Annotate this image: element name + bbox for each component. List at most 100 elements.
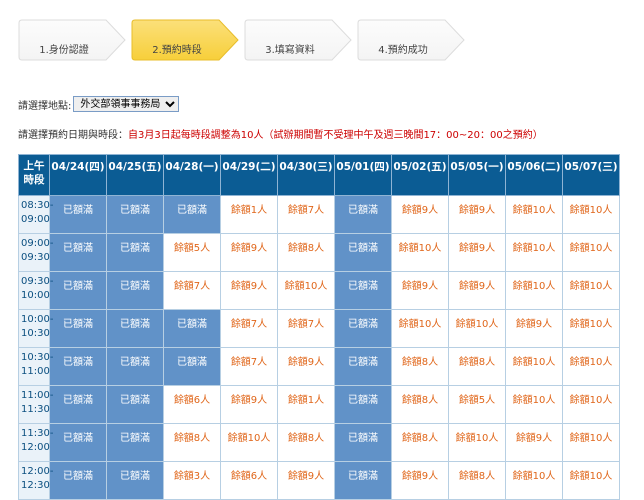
slot-available[interactable]: 餘額9人 xyxy=(220,271,278,310)
slot-available[interactable]: 餘額10人 xyxy=(505,385,563,424)
location-select[interactable]: 外交部領事事務局 xyxy=(73,96,180,112)
slot-available[interactable]: 餘額10人 xyxy=(505,233,563,272)
slot-available[interactable]: 餘額10人 xyxy=(220,423,278,462)
slot-available[interactable]: 餘額9人 xyxy=(277,461,335,500)
time-slot: 11:00- 11:30 xyxy=(18,385,53,424)
slot-full: 已額滿 xyxy=(334,385,392,424)
time-slot: 10:30- 11:00 xyxy=(18,347,53,386)
slot-available[interactable]: 餘額10人 xyxy=(448,309,506,348)
slot-available[interactable]: 餘額1人 xyxy=(220,195,278,234)
slot-available[interactable]: 餘額10人 xyxy=(391,233,449,272)
slot-available[interactable]: 餘額8人 xyxy=(163,423,221,462)
date-header: 04/28(一) xyxy=(163,154,221,196)
slot-available[interactable]: 餘額9人 xyxy=(448,233,506,272)
slot-full: 已額滿 xyxy=(49,195,107,234)
slot-available[interactable]: 餘額10人 xyxy=(562,271,620,310)
slot-available[interactable]: 餘額8人 xyxy=(391,347,449,386)
slot-available[interactable]: 餘額9人 xyxy=(448,195,506,234)
step-1: 1.身份認證 xyxy=(18,19,126,61)
slot-available[interactable]: 餘額6人 xyxy=(163,385,221,424)
time-slot: 09:30- 10:00 xyxy=(18,271,53,310)
slot-available[interactable]: 餘額10人 xyxy=(448,423,506,462)
date-header: 05/07(三) xyxy=(562,154,620,196)
slot-available[interactable]: 餘額10人 xyxy=(505,347,563,386)
time-slot: 12:00- 12:30 xyxy=(18,461,53,500)
slot-available[interactable]: 餘額9人 xyxy=(391,461,449,500)
slot-available[interactable]: 餘額8人 xyxy=(277,233,335,272)
slot-available[interactable]: 餘額7人 xyxy=(163,271,221,310)
time-slot: 09:00- 09:30 xyxy=(18,233,53,272)
slot-available[interactable]: 餘額10人 xyxy=(562,233,620,272)
slot-available[interactable]: 餘額10人 xyxy=(562,309,620,348)
date-header: 04/29(二) xyxy=(220,154,278,196)
location-label: 請選擇地點: xyxy=(18,100,72,112)
slot-available[interactable]: 餘額5人 xyxy=(448,385,506,424)
slot-available[interactable]: 餘額10人 xyxy=(505,271,563,310)
slot-available[interactable]: 餘額8人 xyxy=(391,423,449,462)
time-slot: 08:30- 09:00 xyxy=(18,195,53,234)
slot-available[interactable]: 餘額1人 xyxy=(277,385,335,424)
slot-full: 已額滿 xyxy=(49,385,107,424)
table-row: 10:30- 11:00 已額滿 已額滿 已額滿 餘額7人 餘額9人 已額滿 餘額8人 餘額8人餘… xyxy=(18,347,620,386)
slot-available[interactable]: 餘額9人 xyxy=(277,347,335,386)
slot-full: 已額滿 xyxy=(106,309,164,348)
instruction-note: 請選擇預約日期與時段：自3月3日起每時段調整為10人（試辦期間暫不受理中午及週三… xyxy=(18,126,543,141)
location-picker: 請選擇地點: 外交部領事事務局 xyxy=(18,96,180,112)
slot-available[interactable]: 餘額10人 xyxy=(391,309,449,348)
slot-full: 已額滿 xyxy=(163,347,221,386)
slot-available[interactable]: 餘額7人 xyxy=(220,309,278,348)
slot-full: 已額滿 xyxy=(334,423,392,462)
step-label: 3.填寫資料 xyxy=(265,45,315,56)
date-header: 05/01(四) xyxy=(334,154,392,196)
slot-full: 已額滿 xyxy=(106,385,164,424)
step-label: 2.預約時段 xyxy=(152,45,202,56)
slot-available[interactable]: 餘額9人 xyxy=(220,385,278,424)
slot-full: 已額滿 xyxy=(334,233,392,272)
slot-available[interactable]: 餘額8人 xyxy=(277,423,335,462)
table-row: 08:30- 09:00 已額滿 已額滿 已額滿 餘額1人 餘額7人 已額滿 餘額9人 餘額9人餘… xyxy=(18,195,620,234)
slot-full: 已額滿 xyxy=(334,461,392,500)
date-header: 05/02(五) xyxy=(391,154,449,196)
slot-available[interactable]: 餘額10人 xyxy=(277,271,335,310)
note-message: 自3月3日起每時段調整為10人（試辦期間暫不受理中午及週三晚間17：00~20：… xyxy=(128,130,543,141)
slot-full: 已額滿 xyxy=(163,309,221,348)
slot-available[interactable]: 餘額7人 xyxy=(277,195,335,234)
date-header: 04/24(四) xyxy=(49,154,107,196)
slot-full: 已額滿 xyxy=(49,309,107,348)
slot-full: 已額滿 xyxy=(106,461,164,500)
slot-available[interactable]: 餘額5人 xyxy=(163,233,221,272)
slot-full: 已額滿 xyxy=(334,309,392,348)
table-row: 10:00- 10:30 已額滿 已額滿 已額滿 餘額7人 餘額7人 已額滿 餘額10人 餘額10… xyxy=(18,309,620,348)
slot-available[interactable]: 餘額10人 xyxy=(562,347,620,386)
slot-available[interactable]: 餘額10人 xyxy=(562,461,620,500)
slot-available[interactable]: 餘額9人 xyxy=(448,271,506,310)
slot-full: 已額滿 xyxy=(49,271,107,310)
slot-available[interactable]: 餘額7人 xyxy=(220,347,278,386)
step-label: 4.預約成功 xyxy=(378,45,428,56)
date-header: 05/06(二) xyxy=(505,154,563,196)
slot-available[interactable]: 餘額9人 xyxy=(505,309,563,348)
slot-available[interactable]: 餘額3人 xyxy=(163,461,221,500)
progress-steps: 1.身份認證 2.預約時段 3.填寫資料 4.預約成功 xyxy=(18,19,518,61)
slot-available[interactable]: 餘額9人 xyxy=(220,233,278,272)
table-row: 12:00- 12:30 已額滿 已額滿 餘額3人 餘額6人 餘額9人 已額滿 餘額9人 餘額8人… xyxy=(18,461,620,500)
table-row: 09:00- 09:30 已額滿 已額滿 餘額5人 餘額9人 餘額8人 已額滿 餘額10人 餘額9… xyxy=(18,233,620,272)
booking-table: 上午 時段 04/24(四) 04/25(五) 04/28(一) 04/29(二) 04/… xyxy=(18,154,620,500)
slot-full: 已額滿 xyxy=(334,347,392,386)
slot-available[interactable]: 餘額10人 xyxy=(505,461,563,500)
slot-available[interactable]: 餘額10人 xyxy=(505,195,563,234)
slot-full: 已額滿 xyxy=(49,461,107,500)
slot-available[interactable]: 餘額10人 xyxy=(562,423,620,462)
slot-available[interactable]: 餘額8人 xyxy=(448,347,506,386)
slot-full: 已額滿 xyxy=(49,347,107,386)
slot-available[interactable]: 餘額10人 xyxy=(562,385,620,424)
slot-available[interactable]: 餘額7人 xyxy=(277,309,335,348)
slot-available[interactable]: 餘額6人 xyxy=(220,461,278,500)
slot-available[interactable]: 餘額9人 xyxy=(391,271,449,310)
slot-available[interactable]: 餘額10人 xyxy=(562,195,620,234)
slot-available[interactable]: 餘額9人 xyxy=(391,195,449,234)
slot-available[interactable]: 餘額8人 xyxy=(448,461,506,500)
slot-available[interactable]: 餘額8人 xyxy=(391,385,449,424)
slot-available[interactable]: 餘額9人 xyxy=(505,423,563,462)
slot-full: 已額滿 xyxy=(106,271,164,310)
